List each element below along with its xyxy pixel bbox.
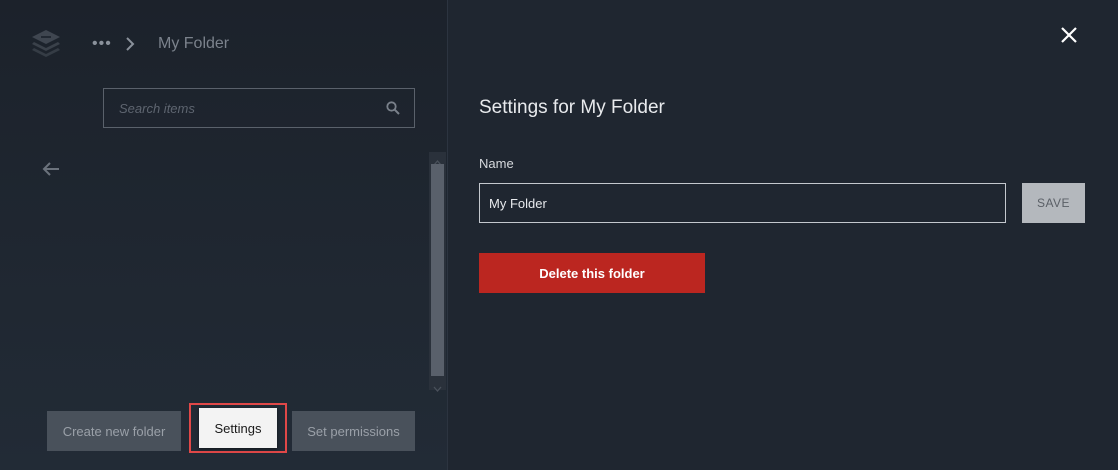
settings-button[interactable]: Settings <box>199 408 277 448</box>
scroll-up-icon[interactable] <box>433 154 442 166</box>
breadcrumb-current: My Folder <box>158 35 230 52</box>
chevron-right-icon <box>124 34 138 54</box>
delete-folder-button[interactable]: Delete this folder <box>479 253 705 293</box>
scroll-thumb[interactable] <box>431 164 444 376</box>
settings-pane <box>447 0 1118 470</box>
search-input[interactable] <box>104 89 384 127</box>
scroll-down-icon[interactable] <box>433 380 442 392</box>
folder-browser-pane: ••• My Folder Create new folder Settings <box>0 0 447 470</box>
set-permissions-button[interactable]: Set permissions <box>292 411 415 451</box>
arrow-left-icon[interactable] <box>40 158 62 180</box>
name-label: Name <box>479 156 514 171</box>
search-icon[interactable] <box>386 101 400 115</box>
scrollbar[interactable] <box>429 152 446 392</box>
create-new-folder-button[interactable]: Create new folder <box>47 411 181 451</box>
breadcrumb-more-button[interactable]: ••• <box>92 34 112 54</box>
save-button[interactable]: SAVE <box>1022 183 1085 223</box>
stack-logo-icon[interactable] <box>28 26 64 62</box>
settings-title: Settings for My Folder <box>479 97 665 118</box>
close-icon[interactable] <box>1058 24 1080 46</box>
folder-name-input[interactable] <box>479 183 1006 223</box>
search-box <box>103 88 415 128</box>
